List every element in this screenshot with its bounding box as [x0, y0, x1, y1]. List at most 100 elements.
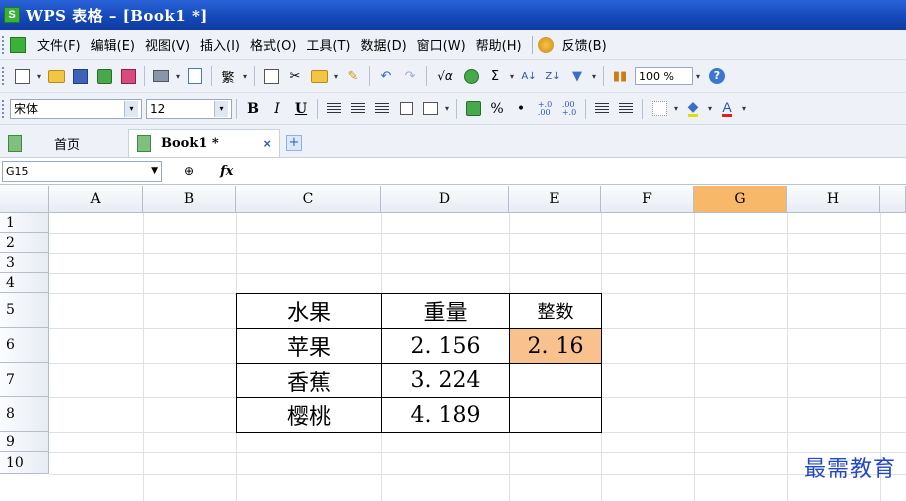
font-color-dropdown[interactable]: ▾: [739, 104, 749, 113]
cell-d6[interactable]: 2. 156: [381, 328, 510, 364]
select-all-corner[interactable]: [0, 186, 49, 213]
paste-button[interactable]: [308, 65, 330, 87]
autosum-dropdown[interactable]: ▾: [507, 72, 517, 81]
new-file-button[interactable]: [11, 65, 33, 87]
traditional-dropdown[interactable]: ▾: [240, 72, 250, 81]
redo-button[interactable]: ↷: [399, 65, 421, 87]
sort-descending-button[interactable]: Z↓: [542, 65, 564, 87]
column-header-h[interactable]: H: [787, 186, 880, 213]
sort-ascending-button[interactable]: A↓: [518, 65, 540, 87]
cut-button[interactable]: ✂: [284, 65, 306, 87]
column-header-b[interactable]: B: [143, 186, 236, 213]
cell-d5[interactable]: 重量: [381, 293, 510, 329]
export-pdf-button[interactable]: [117, 65, 139, 87]
comma-button[interactable]: •: [511, 99, 531, 119]
menu-feedback[interactable]: 反馈(B): [557, 35, 612, 54]
menu-insert[interactable]: 插入(I): [195, 35, 245, 54]
menu-format[interactable]: 格式(O): [245, 35, 301, 54]
column-header-g[interactable]: G: [694, 186, 787, 213]
decrease-decimal-button[interactable]: .00 +.0: [559, 99, 579, 119]
column-header-f[interactable]: F: [601, 186, 694, 213]
format-grip[interactable]: [2, 99, 7, 118]
menu-data[interactable]: 数据(D): [356, 35, 412, 54]
new-tab-button[interactable]: +: [286, 135, 302, 151]
row-header-2[interactable]: 2: [0, 233, 49, 253]
mail-button[interactable]: [93, 65, 115, 87]
column-header-d[interactable]: D: [381, 186, 509, 213]
close-tab-icon[interactable]: ×: [263, 136, 271, 151]
traditional-chinese-button[interactable]: 繁: [217, 65, 239, 87]
formula-input[interactable]: [243, 161, 906, 182]
cell-c6[interactable]: 苹果: [236, 328, 382, 364]
help-icon[interactable]: ?: [709, 68, 725, 84]
row-header-10[interactable]: 10: [0, 452, 49, 474]
cell-c5[interactable]: 水果: [236, 293, 382, 329]
merge-dropdown[interactable]: ▾: [442, 104, 452, 113]
currency-button[interactable]: [463, 99, 483, 119]
row-header-3[interactable]: 3: [0, 253, 49, 273]
increase-indent-button[interactable]: [616, 99, 636, 119]
undo-button[interactable]: ↶: [375, 65, 397, 87]
menu-tools[interactable]: 工具(T): [301, 35, 355, 54]
cell-e6[interactable]: 2. 16: [509, 328, 602, 364]
cell-c8[interactable]: 樱桃: [236, 397, 382, 433]
zoom-select[interactable]: 100 %: [635, 67, 693, 85]
underline-button[interactable]: U: [291, 99, 311, 119]
insert-function-button[interactable]: √α: [432, 65, 458, 87]
menu-window[interactable]: 窗口(W): [412, 35, 471, 54]
menu-file[interactable]: 文件(F): [32, 35, 86, 54]
column-header-c[interactable]: C: [236, 186, 381, 213]
spreadsheet-grid[interactable]: A B C D E F G H 1 2 3 4 5 6 7 8 9 10 水果 …: [0, 186, 906, 501]
menu-app-icon[interactable]: [10, 36, 26, 53]
chart-button[interactable]: ▮▮: [609, 65, 631, 87]
cell-e8[interactable]: [509, 397, 602, 433]
merge-center-button[interactable]: [420, 99, 440, 119]
filter-button[interactable]: ▼: [566, 65, 588, 87]
menu-view[interactable]: 视图(V): [140, 35, 195, 54]
menu-grip[interactable]: [2, 35, 7, 54]
autosum-button[interactable]: Σ: [484, 65, 506, 87]
tab-home[interactable]: 首页: [0, 129, 128, 157]
font-color-button[interactable]: A: [717, 99, 737, 119]
paste-dropdown[interactable]: ▾: [331, 72, 341, 81]
menu-edit[interactable]: 编辑(E): [86, 35, 140, 54]
fill-color-button[interactable]: ◆: [683, 99, 703, 119]
bold-button[interactable]: B: [243, 99, 263, 119]
italic-button[interactable]: I: [267, 99, 287, 119]
row-header-6[interactable]: 6: [0, 328, 49, 363]
borders-dropdown[interactable]: ▾: [671, 104, 681, 113]
column-header-a[interactable]: A: [49, 186, 143, 213]
print-dropdown[interactable]: ▾: [173, 72, 183, 81]
cell-e5[interactable]: 整数: [509, 293, 602, 329]
name-box[interactable]: G15 ▼: [2, 160, 162, 182]
menu-help[interactable]: 帮助(H): [471, 35, 527, 54]
font-size-select[interactable]: 12 ▾: [146, 98, 232, 119]
cell-d8[interactable]: 4. 189: [381, 397, 510, 433]
wrap-text-button[interactable]: [396, 99, 416, 119]
cell-c7[interactable]: 香蕉: [236, 363, 382, 398]
format-painter-button[interactable]: ✎: [342, 65, 364, 87]
font-size-dropdown-icon[interactable]: ▾: [214, 100, 228, 117]
row-header-8[interactable]: 8: [0, 397, 49, 432]
print-button[interactable]: [150, 65, 172, 87]
fx-icon[interactable]: fx: [220, 164, 233, 179]
save-button[interactable]: [69, 65, 91, 87]
font-name-dropdown-icon[interactable]: ▾: [124, 100, 138, 117]
column-header-e[interactable]: E: [509, 186, 601, 213]
cell-e7[interactable]: [509, 363, 602, 398]
wps-app-icon[interactable]: S: [4, 7, 20, 23]
align-center-button[interactable]: [348, 99, 368, 119]
row-header-4[interactable]: 4: [0, 273, 49, 293]
align-right-button[interactable]: [372, 99, 392, 119]
fill-color-dropdown[interactable]: ▾: [705, 104, 715, 113]
align-left-button[interactable]: [324, 99, 344, 119]
print-preview-button[interactable]: [184, 65, 206, 87]
name-box-dropdown-icon[interactable]: ▼: [151, 166, 158, 176]
new-file-dropdown[interactable]: ▾: [34, 72, 44, 81]
row-header-1[interactable]: 1: [0, 213, 49, 233]
decrease-indent-button[interactable]: [592, 99, 612, 119]
font-name-select[interactable]: 宋体 ▾: [10, 98, 142, 119]
column-header-i[interactable]: [880, 186, 906, 213]
row-header-5[interactable]: 5: [0, 293, 49, 328]
find-button[interactable]: [460, 65, 482, 87]
